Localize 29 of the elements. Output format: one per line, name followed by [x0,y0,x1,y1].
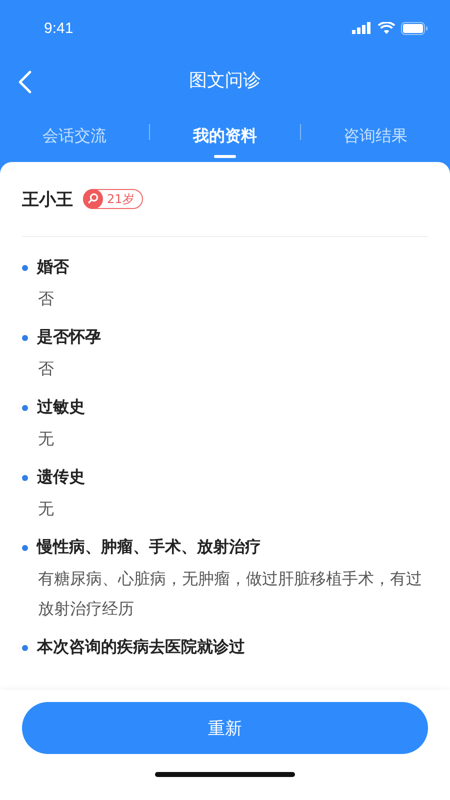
tab[interactable]: 会话交流 [0,116,150,158]
signal-icon [352,22,372,34]
field-label: 是否怀孕 [37,327,101,348]
field-value: 无 [37,428,55,450]
clock: 9:41 [44,20,74,36]
field-value: 否 [37,288,55,310]
field-value: 无 [37,498,55,520]
age-badge: 21岁 [83,189,144,209]
back-icon [18,70,32,94]
bullet-icon [22,544,28,550]
bullet-icon [22,644,28,650]
field-value: 否 [37,358,55,380]
bullet-icon [22,264,28,270]
bullet-icon [22,334,28,340]
field-label: 慢性病、肿瘤、手术、放射治疗 [37,537,261,558]
page-title: 图文问诊 [189,69,261,92]
field-label: 过敏史 [37,397,85,418]
field-label: 婚否 [37,257,69,278]
field-value: 有糖尿病、心脏病，无肿瘤，做过肝脏移植手术，有过放射治疗经历 [37,568,423,620]
battery-icon [401,22,428,34]
field-label: 遗传史 [37,467,85,488]
patient-name: 王小王 [22,188,73,210]
wifi-icon [378,22,395,34]
bullet-icon [22,474,28,480]
tab[interactable]: 我的资料 [150,116,300,158]
bullet-icon [22,404,28,410]
tab[interactable]: 咨询结果 [300,116,450,158]
field-label: 本次咨询的疾病去医院就诊过 [37,637,245,658]
resubmit-button[interactable]: 重新 [22,702,428,754]
